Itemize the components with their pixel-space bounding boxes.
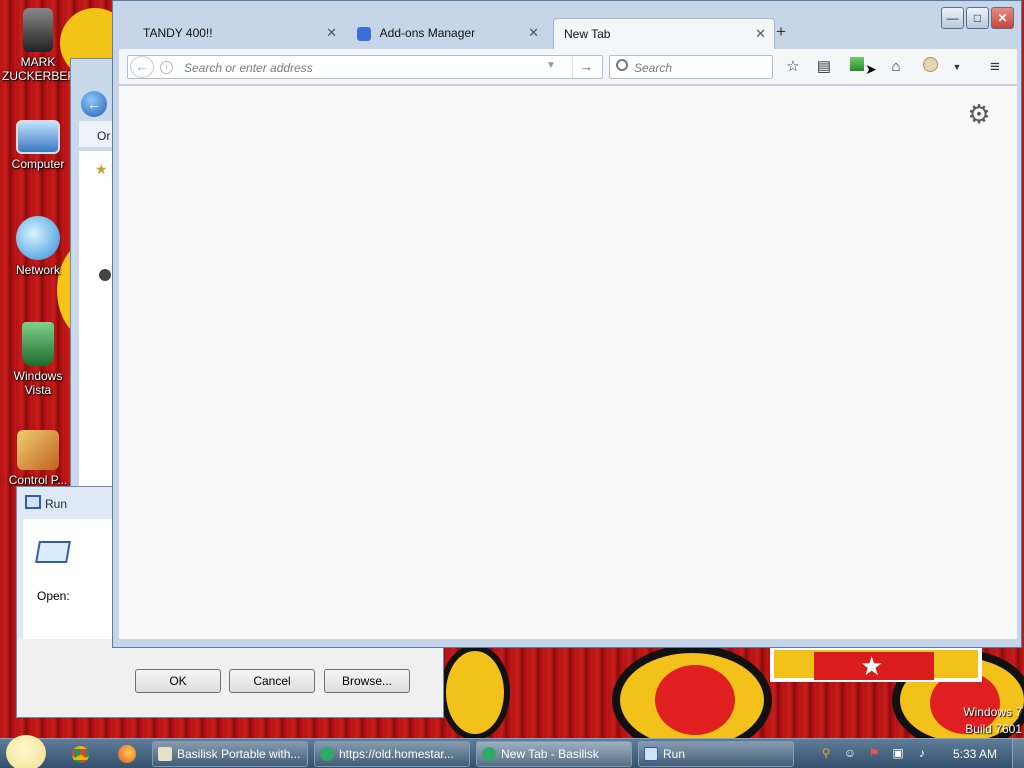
reading-list-icon[interactable]: ▤ — [814, 57, 834, 77]
recycle-bin-icon — [22, 322, 54, 366]
task-label: Run — [663, 747, 686, 761]
tab-label: Add-ons Manager — [379, 26, 476, 40]
tab-label: New Tab — [564, 27, 611, 41]
network-tray-icon[interactable]: ▣ — [890, 745, 906, 761]
toolbar-partial-label[interactable]: Or — [97, 129, 110, 143]
extension-icon[interactable] — [920, 57, 940, 77]
desktop-icon-label: Windows Vista — [13, 369, 63, 397]
close-tab-icon[interactable]: ✕ — [755, 19, 766, 49]
dropdown-arrow-icon[interactable]: ▼ — [546, 60, 556, 71]
tab-label: TANDY 400!! — [143, 26, 213, 40]
task-label: New Tab - Basilisk — [501, 747, 599, 761]
cancel-button[interactable]: Cancel — [229, 669, 315, 693]
browse-button[interactable]: Browse... — [324, 669, 410, 693]
navigation-toolbar: ← i Search or enter address ▼ → Search ☆… — [119, 49, 1017, 85]
home-icon[interactable]: ⌂ — [886, 57, 906, 77]
desktop-icon-computer[interactable]: Computer — [2, 120, 74, 171]
action-center-flag-icon[interactable]: ⚑ — [866, 745, 882, 761]
go-arrow-icon[interactable]: → — [572, 56, 600, 78]
person-icon — [23, 8, 53, 52]
wallpaper-boxing-glove — [655, 665, 735, 735]
run-icon — [25, 495, 41, 509]
chrome-icon[interactable] — [72, 746, 89, 763]
taskbar: Basilisk Portable with... https://old.ho… — [0, 735, 1024, 768]
task-basilisk-portable[interactable]: Basilisk Portable with... — [152, 741, 308, 767]
basilisk-icon — [158, 747, 172, 761]
wallpaper-star-panel: ★ — [770, 646, 982, 682]
ok-button[interactable]: OK — [135, 669, 221, 693]
network-icon — [16, 216, 60, 260]
mouse-cursor-icon: ➤ — [865, 61, 877, 77]
tab-tandy[interactable]: TANDY 400!! ✕ — [119, 18, 345, 49]
maximize-button[interactable]: □ — [966, 7, 989, 29]
basilisk-icon — [482, 747, 496, 761]
run-icon — [644, 747, 658, 761]
task-label: Basilisk Portable with... — [177, 747, 301, 761]
computer-icon — [16, 120, 60, 154]
open-label: Open: — [37, 589, 70, 603]
desktop-icon-mark-zuckerberg[interactable]: MARK ZUCKERBERG — [2, 8, 86, 83]
basilisk-icon — [320, 747, 334, 761]
search-icon — [616, 59, 628, 71]
info-icon[interactable]: i — [160, 61, 173, 74]
magnifier-icon[interactable]: ⚲ — [818, 745, 834, 761]
new-tab-page: ⚙ — [119, 86, 1017, 639]
desktop-icon-windows-vista[interactable]: Windows Vista — [2, 322, 74, 397]
back-button-icon[interactable]: ← — [130, 56, 154, 78]
new-tab-button[interactable]: + — [776, 22, 790, 42]
desktop-icon-label: Network — [15, 263, 60, 277]
tab-addons-manager[interactable]: Add-ons Manager ✕ — [347, 18, 547, 49]
show-desktop-button[interactable] — [1012, 739, 1024, 768]
browser-window[interactable]: TANDY 400!! ✕ Add-ons Manager ✕ New Tab … — [112, 0, 1022, 648]
tab-strip: TANDY 400!! ✕ Add-ons Manager ✕ New Tab … — [113, 1, 1021, 49]
address-bar[interactable]: ← i Search or enter address ▼ → — [127, 55, 603, 79]
task-run[interactable]: Run — [638, 741, 794, 767]
smiley-icon[interactable]: ☺ — [842, 745, 858, 761]
close-window-button[interactable]: ✕ — [991, 7, 1014, 29]
desktop-icon-network[interactable]: Network — [2, 216, 74, 277]
desktop-icon-label: Control P... — [8, 473, 68, 487]
desktop-icon-label: MARK ZUCKERBERG — [2, 55, 86, 83]
task-new-tab-basilisk[interactable]: New Tab - Basilisk — [476, 741, 632, 767]
search-bar[interactable]: Search — [609, 55, 773, 79]
windows-watermark: Windows 7 Build 7601 — [950, 704, 1022, 738]
run-dialog-buttons: OK Cancel Browse... — [17, 639, 443, 717]
puzzle-icon — [357, 26, 371, 41]
task-label: https://old.homestar... — [339, 747, 454, 761]
control-panel-icon — [17, 430, 59, 470]
firefox-icon[interactable] — [118, 745, 136, 763]
tab-new-tab[interactable]: New Tab ✕ — [553, 18, 775, 49]
menu-hamburger-icon[interactable]: ≡ — [985, 57, 1005, 77]
watermark-line-2: Build 7601 — [965, 722, 1022, 736]
clock[interactable]: 5:33 AM — [946, 747, 1004, 761]
task-homestar[interactable]: https://old.homestar... — [314, 741, 470, 767]
bookmark-star-icon[interactable]: ☆ — [783, 57, 803, 77]
back-arrow-icon[interactable]: ← — [81, 91, 107, 117]
desktop-icon-control-panel[interactable]: Control P... — [2, 430, 74, 487]
run-program-icon — [35, 541, 71, 563]
minimize-button[interactable]: — — [941, 7, 964, 29]
gear-icon[interactable]: ⚙ — [965, 100, 993, 128]
search-placeholder: Search — [634, 61, 673, 75]
extension-dropdown-icon[interactable]: ▼ — [947, 57, 967, 77]
close-tab-icon[interactable]: ✕ — [326, 18, 337, 48]
volume-icon[interactable]: ♪ — [914, 745, 930, 761]
bullet-dot — [99, 269, 111, 281]
star-icon: ★ — [95, 161, 108, 177]
watermark-line-1: Windows 7 — [963, 705, 1022, 719]
wallpaper-emblem — [440, 645, 510, 740]
run-dialog-title: Run — [45, 497, 68, 511]
desktop-icon-label: Computer — [11, 157, 65, 171]
close-tab-icon[interactable]: ✕ — [528, 18, 539, 48]
start-button[interactable] — [6, 735, 46, 768]
address-placeholder: Search or enter address — [184, 61, 313, 75]
